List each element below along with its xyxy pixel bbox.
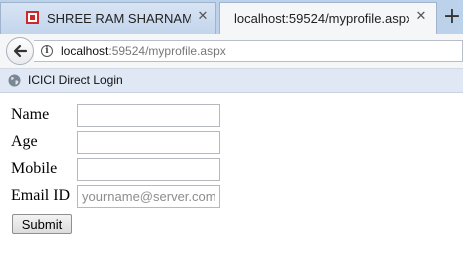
- mobile-label: Mobile: [11, 160, 58, 177]
- submit-button[interactable]: Submit: [12, 214, 72, 234]
- age-label: Age: [11, 133, 38, 150]
- site-favicon-icon: [26, 11, 39, 24]
- page-content: Name Age Mobile Email ID Submit: [0, 93, 463, 265]
- mobile-field[interactable]: [77, 158, 220, 181]
- tab-myprofile[interactable]: localhost:59524/myprofile.aspx ✕: [219, 2, 437, 34]
- navigation-bar: i localhost:59524/myprofile.aspx: [0, 34, 463, 69]
- name-label: Name: [11, 106, 50, 123]
- back-button[interactable]: [6, 37, 34, 65]
- address-bar[interactable]: i localhost:59524/myprofile.aspx: [34, 40, 463, 62]
- close-tab-icon[interactable]: ✕: [195, 9, 211, 25]
- globe-icon: [8, 74, 21, 87]
- url-host: localhost: [61, 44, 109, 58]
- email-label: Email ID: [11, 187, 71, 204]
- new-tab-button[interactable]: +: [441, 4, 463, 30]
- site-info-icon[interactable]: i: [41, 45, 53, 57]
- tab-shree-ram-sharnam[interactable]: SHREE RAM SHARNAM - Inte ✕: [0, 2, 216, 34]
- back-arrow-icon: [13, 44, 28, 58]
- bookmarks-bar: ICICI Direct Login: [0, 69, 463, 93]
- bookmark-icici-direct-login[interactable]: ICICI Direct Login: [28, 73, 123, 87]
- tab-strip: SHREE RAM SHARNAM - Inte ✕ localhost:595…: [0, 0, 463, 34]
- tab-title: SHREE RAM SHARNAM - Inte: [47, 11, 191, 26]
- age-field[interactable]: [77, 131, 220, 154]
- url-text: localhost:59524/myprofile.aspx: [61, 44, 226, 58]
- url-path: :59524/myprofile.aspx: [108, 44, 226, 58]
- email-field[interactable]: [77, 185, 220, 208]
- name-field[interactable]: [77, 104, 220, 127]
- close-tab-icon[interactable]: ✕: [413, 9, 429, 25]
- tab-title: localhost:59524/myprofile.aspx: [234, 11, 409, 26]
